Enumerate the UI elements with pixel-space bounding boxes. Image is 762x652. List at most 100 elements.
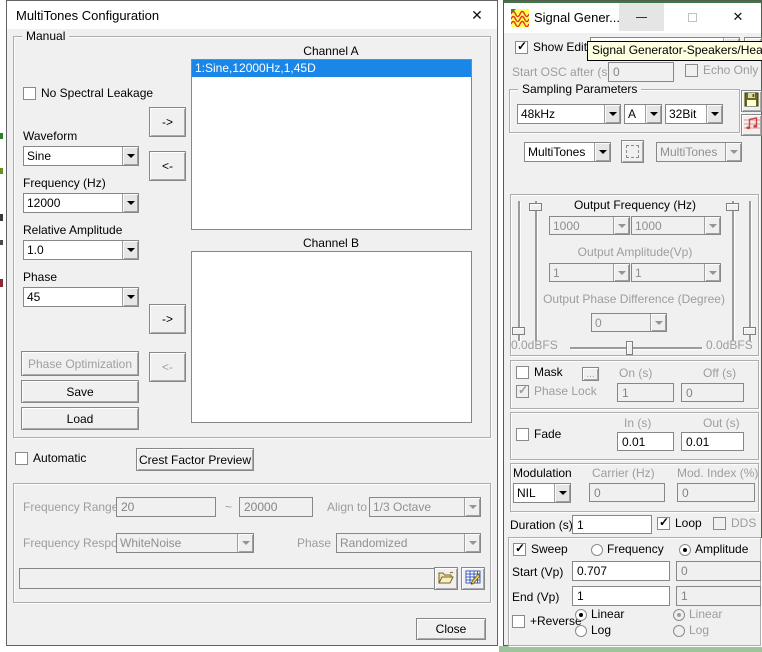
level-slider-left-outer[interactable] xyxy=(518,201,520,341)
relative-amplitude-label: Relative Amplitude xyxy=(23,224,122,237)
open-file-button[interactable] xyxy=(434,567,458,590)
wave-type-right-combo[interactable]: MultiTones xyxy=(656,142,742,162)
frequency-range-to-field[interactable]: 20000 xyxy=(239,497,313,517)
radio-circle xyxy=(575,609,587,621)
start-vp-right-field[interactable]: 0 xyxy=(676,561,761,581)
move-to-channel-b-button[interactable]: -> xyxy=(149,304,186,334)
minimize-icon[interactable] xyxy=(619,3,664,31)
checkbox-label: Phase Lock xyxy=(534,385,597,398)
remove-from-channel-a-button[interactable]: <- xyxy=(149,151,186,181)
save-settings-button[interactable] xyxy=(741,90,762,112)
end-vp-field[interactable]: 1 xyxy=(572,586,670,606)
signal-generator-titlebar[interactable]: Signal Gener... ✕ xyxy=(504,3,761,33)
maximize-icon[interactable] xyxy=(670,3,715,31)
show-editor-checkbox[interactable]: Show Editor xyxy=(515,41,598,54)
mask-off-field[interactable]: 0 xyxy=(681,383,744,402)
close-icon[interactable]: ✕ xyxy=(715,3,761,31)
chevron-down-icon[interactable] xyxy=(594,143,610,161)
output-phase-combo[interactable]: 0 xyxy=(591,313,667,332)
dds-checkbox[interactable]: DDS xyxy=(713,517,756,530)
log-right-radio[interactable]: Log xyxy=(673,624,709,637)
chevron-down-icon[interactable] xyxy=(645,105,661,123)
chevron-down-icon[interactable] xyxy=(122,194,138,212)
modulation-combo[interactable]: NIL xyxy=(513,483,571,503)
loop-checkbox[interactable]: Loop xyxy=(657,517,702,530)
align-to-combo[interactable]: 1/3 Octave xyxy=(369,497,481,517)
save-button[interactable]: Save xyxy=(21,380,139,403)
duration-field[interactable]: 1 xyxy=(572,515,652,534)
channel-b-listbox[interactable] xyxy=(191,251,472,423)
wave-config-button[interactable] xyxy=(621,140,644,163)
start-osc-field[interactable]: 0 xyxy=(608,62,674,82)
sweep-amplitude-radio[interactable]: Amplitude xyxy=(679,543,748,556)
linear-radio[interactable]: Linear xyxy=(575,608,624,621)
echo-only-checkbox[interactable]: Echo Only xyxy=(685,64,758,77)
chevron-down-icon[interactable] xyxy=(122,241,138,259)
mask-checkbox[interactable]: Mask xyxy=(516,366,563,379)
channel-a-selected-item[interactable]: 1:Sine,12000Hz,1,45D xyxy=(192,60,471,77)
mask-on-field[interactable]: 1 xyxy=(617,383,674,402)
radio-label: Frequency xyxy=(607,543,664,556)
fade-out-field[interactable]: 0.01 xyxy=(681,432,744,451)
frequency-range-from-field[interactable]: 20 xyxy=(116,497,216,517)
mask-browse-button[interactable]: ... xyxy=(582,367,599,381)
close-button[interactable]: Close xyxy=(416,618,486,640)
sweep-frequency-radio[interactable]: Frequency xyxy=(591,543,664,556)
chevron-down-icon[interactable] xyxy=(706,105,722,123)
log-radio[interactable]: Log xyxy=(575,624,611,637)
remove-from-channel-b-button[interactable]: <- xyxy=(149,352,186,382)
chevron-down-icon[interactable] xyxy=(604,105,620,123)
no-spectral-leakage-checkbox[interactable]: No Spectral Leakage xyxy=(23,87,153,100)
level-slider-right-outer[interactable] xyxy=(749,201,751,341)
chevron-down-icon[interactable] xyxy=(554,484,570,502)
phase-optimization-button[interactable]: Phase Optimization xyxy=(21,351,139,376)
tone-editor-button[interactable] xyxy=(741,114,762,136)
slider-thumb[interactable] xyxy=(626,341,633,355)
channel-combo[interactable]: A xyxy=(624,104,662,124)
slider-thumb[interactable] xyxy=(512,327,525,335)
on-label: On (s) xyxy=(619,367,652,380)
multitones-titlebar[interactable]: MultiTones Configuration ✕ xyxy=(7,1,497,29)
linear-right-radio[interactable]: Linear xyxy=(673,608,722,621)
output-frequency-right-combo[interactable]: 1000 xyxy=(631,216,721,235)
start-vp-field[interactable]: 0.707 xyxy=(572,561,670,581)
edit-table-button[interactable] xyxy=(461,567,485,590)
reverse-checkbox[interactable]: +Reverse xyxy=(512,615,582,628)
fade-out-label: Out (s) xyxy=(703,417,740,430)
fade-checkbox[interactable]: Fade xyxy=(516,428,561,441)
slider-thumb[interactable] xyxy=(743,327,756,335)
close-icon[interactable]: ✕ xyxy=(461,1,493,29)
phase-lock-checkbox[interactable]: Phase Lock xyxy=(516,385,597,398)
wave-type-combo[interactable]: MultiTones xyxy=(524,142,611,162)
output-amplitude-right-combo[interactable]: 1 xyxy=(631,263,721,282)
end-vp-right-field[interactable]: 1 xyxy=(676,586,761,606)
phase-combo[interactable]: 45 xyxy=(23,287,139,307)
phase-mode-combo[interactable]: Randomized xyxy=(336,533,481,553)
carrier-field[interactable]: 0 xyxy=(589,483,665,502)
level-slider-right-inner[interactable] xyxy=(732,201,734,341)
sweep-checkbox[interactable]: Sweep xyxy=(513,543,568,556)
chevron-down-icon[interactable] xyxy=(122,147,138,165)
sample-rate-combo[interactable]: 48kHz xyxy=(517,104,621,124)
channel-a-listbox[interactable]: 1:Sine,12000Hz,1,45D xyxy=(191,59,472,230)
level-slider-left-inner[interactable] xyxy=(535,201,537,341)
output-frequency-left-combo[interactable]: 1000 xyxy=(549,216,630,235)
frequency-combo[interactable]: 12000 xyxy=(23,193,139,213)
mod-index-field[interactable]: 0 xyxy=(677,483,755,502)
relative-amplitude-combo[interactable]: 1.0 xyxy=(23,240,139,260)
frequency-response-combo[interactable]: WhiteNoise xyxy=(116,533,254,553)
slider-thumb[interactable] xyxy=(726,203,739,211)
crest-factor-preview-button[interactable]: Crest Factor Preview xyxy=(136,448,254,471)
move-to-channel-a-button[interactable]: -> xyxy=(149,107,186,137)
file-path-field[interactable] xyxy=(19,568,436,589)
manual-group-label: Manual xyxy=(22,30,69,43)
waveform-combo[interactable]: Sine xyxy=(23,146,139,166)
fade-in-field[interactable]: 0.01 xyxy=(617,432,674,451)
bit-depth-combo[interactable]: 32Bit xyxy=(665,104,723,124)
slider-thumb[interactable] xyxy=(529,203,542,211)
chevron-down-icon[interactable] xyxy=(122,288,138,306)
automatic-checkbox[interactable]: Automatic xyxy=(15,452,86,465)
load-button[interactable]: Load xyxy=(21,407,139,430)
balance-slider[interactable] xyxy=(570,347,702,349)
output-amplitude-left-combo[interactable]: 1 xyxy=(549,263,630,282)
